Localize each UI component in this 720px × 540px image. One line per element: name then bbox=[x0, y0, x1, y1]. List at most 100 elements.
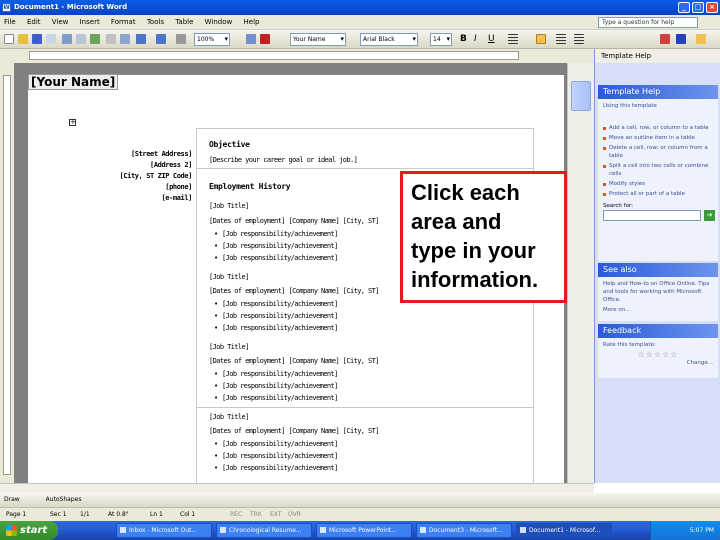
job-item[interactable]: [Job responsibility/achievement] bbox=[222, 440, 338, 448]
task-resume[interactable]: Chronological Resume... bbox=[216, 523, 312, 538]
job-details[interactable]: [Dates of employment] [Company Name] [Ci… bbox=[209, 287, 379, 295]
status-trk[interactable]: TRK bbox=[250, 508, 262, 521]
job-item[interactable]: [Job responsibility/achievement] bbox=[222, 382, 338, 390]
styles-icon[interactable] bbox=[260, 34, 270, 44]
start-button[interactable]: start bbox=[0, 521, 58, 540]
save-icon[interactable] bbox=[32, 34, 42, 44]
street-address[interactable]: [Street Address] bbox=[131, 150, 192, 158]
style-select[interactable]: Your Name bbox=[290, 33, 346, 46]
zoom-select[interactable]: 100% bbox=[194, 33, 230, 46]
status-ext[interactable]: EXT bbox=[270, 508, 281, 521]
menu-window[interactable]: Window bbox=[205, 18, 233, 26]
italic-icon[interactable]: I bbox=[474, 34, 484, 44]
minimize-button[interactable]: _ bbox=[678, 2, 690, 13]
job-item[interactable]: [Job responsibility/achievement] bbox=[222, 394, 338, 402]
city-state-zip[interactable]: [City, ST ZIP Code] bbox=[120, 172, 193, 180]
task-document1[interactable]: Document1 - Microsof... bbox=[516, 523, 612, 538]
task-inbox[interactable]: Inbox - Microsoft Out... bbox=[116, 523, 212, 538]
menu-tools[interactable]: Tools bbox=[147, 18, 164, 26]
address-2[interactable]: [Address 2] bbox=[150, 161, 192, 169]
change-link[interactable]: Change... bbox=[603, 359, 713, 367]
close-button[interactable]: × bbox=[706, 2, 718, 13]
see-also-link[interactable]: More on... bbox=[603, 306, 713, 314]
show-hide-icon[interactable] bbox=[176, 34, 186, 44]
redo-icon[interactable] bbox=[156, 34, 166, 44]
feedback-header[interactable]: Feedback bbox=[598, 324, 718, 338]
job-title[interactable]: [Job Title] bbox=[209, 413, 249, 421]
horizontal-ruler[interactable] bbox=[0, 49, 594, 63]
align-left-icon[interactable] bbox=[508, 34, 518, 44]
help-search-field[interactable] bbox=[603, 210, 701, 221]
draw-menu[interactable]: Draw bbox=[4, 496, 20, 503]
menu-format[interactable]: Format bbox=[111, 18, 136, 26]
horizontal-scrollbar[interactable] bbox=[0, 483, 594, 493]
font-select[interactable]: Arial Black bbox=[360, 33, 418, 46]
help-link[interactable]: Modify styles bbox=[603, 180, 713, 188]
go-arrow-icon[interactable]: ➔ bbox=[704, 210, 715, 221]
task-document3[interactable]: Document3 - Microsoft... bbox=[416, 523, 512, 538]
menu-table[interactable]: Table bbox=[175, 18, 193, 26]
job-item[interactable]: [Job responsibility/achievement] bbox=[222, 300, 338, 308]
job-item[interactable]: [Job responsibility/achievement] bbox=[222, 254, 338, 262]
job-item[interactable]: [Job responsibility/achievement] bbox=[222, 464, 338, 472]
see-also-header[interactable]: See also bbox=[598, 263, 718, 277]
table-move-handle[interactable]: + bbox=[69, 119, 76, 126]
rating-stars[interactable]: ☆☆☆☆☆ bbox=[603, 351, 713, 359]
bold-icon[interactable]: B bbox=[460, 34, 470, 44]
template-help-header[interactable]: Template Help bbox=[598, 85, 718, 99]
phone[interactable]: [phone] bbox=[165, 183, 192, 191]
see-also-text[interactable]: Help and How-to on Office Online. Tips a… bbox=[603, 280, 713, 304]
task-powerpoint[interactable]: Microsoft PowerPoint... bbox=[316, 523, 412, 538]
print-preview-icon[interactable] bbox=[76, 34, 86, 44]
email[interactable]: [e-mail] bbox=[161, 194, 192, 202]
autoshapes-menu[interactable]: AutoShapes bbox=[46, 496, 82, 503]
toolbar-options-icon[interactable] bbox=[696, 34, 706, 44]
vertical-scrollbar[interactable] bbox=[567, 63, 594, 483]
read-icon[interactable] bbox=[246, 34, 256, 44]
job-item[interactable]: [Job responsibility/achievement] bbox=[222, 242, 338, 250]
justify-icon[interactable] bbox=[574, 34, 584, 44]
job-item[interactable]: [Job responsibility/achievement] bbox=[222, 324, 338, 332]
menu-view[interactable]: View bbox=[52, 18, 69, 26]
help-link[interactable]: Add a cell, row, or column to a table bbox=[603, 124, 713, 132]
objective-text[interactable]: [Describe your career goal or ideal job.… bbox=[209, 156, 358, 164]
vertical-ruler[interactable] bbox=[0, 63, 14, 483]
scroll-thumb[interactable] bbox=[571, 81, 591, 111]
job-item[interactable]: [Job responsibility/achievement] bbox=[222, 230, 338, 238]
job-title[interactable]: [Job Title] bbox=[209, 273, 249, 281]
resume-name[interactable]: [Your Name] bbox=[28, 74, 119, 90]
job-title[interactable]: [Job Title] bbox=[209, 202, 249, 210]
cut-icon[interactable] bbox=[106, 34, 116, 44]
help-search-input[interactable]: Type a question for help bbox=[598, 17, 698, 28]
job-details[interactable]: [Dates of employment] [Company Name] [Ci… bbox=[209, 427, 379, 435]
job-title[interactable]: [Job Title] bbox=[209, 343, 249, 351]
highlight-icon[interactable] bbox=[660, 34, 670, 44]
size-select[interactable]: 14 bbox=[430, 33, 452, 46]
menu-help[interactable]: Help bbox=[244, 18, 260, 26]
help-link[interactable]: Protect all or part of a table bbox=[603, 190, 713, 198]
job-details[interactable]: [Dates of employment] [Company Name] [Ci… bbox=[209, 217, 379, 225]
job-item[interactable]: [Job responsibility/achievement] bbox=[222, 370, 338, 378]
job-item[interactable]: [Job responsibility/achievement] bbox=[222, 312, 338, 320]
undo-icon[interactable] bbox=[136, 34, 146, 44]
new-icon[interactable] bbox=[4, 34, 14, 44]
menu-file[interactable]: File bbox=[4, 18, 16, 26]
align-center-icon[interactable] bbox=[536, 34, 546, 44]
status-rec[interactable]: REC bbox=[230, 508, 242, 521]
help-link[interactable]: Move an outline item in a table bbox=[603, 134, 713, 142]
using-template-link[interactable]: Using this template bbox=[603, 102, 713, 110]
align-right-icon[interactable] bbox=[556, 34, 566, 44]
font-color-icon[interactable] bbox=[676, 34, 686, 44]
help-link[interactable]: Delete a cell, row, or column from a tab… bbox=[603, 144, 713, 160]
job-details[interactable]: [Dates of employment] [Company Name] [Ci… bbox=[209, 357, 379, 365]
spelling-icon[interactable] bbox=[90, 34, 100, 44]
permission-icon[interactable] bbox=[46, 34, 56, 44]
job-item[interactable]: [Job responsibility/achievement] bbox=[222, 452, 338, 460]
menu-edit[interactable]: Edit bbox=[27, 18, 41, 26]
task-pane-title[interactable]: Template Help bbox=[595, 49, 720, 63]
maximize-button[interactable]: □ bbox=[692, 2, 704, 13]
status-ovr[interactable]: OVR bbox=[288, 508, 301, 521]
menu-insert[interactable]: Insert bbox=[80, 18, 100, 26]
paste-icon[interactable] bbox=[120, 34, 130, 44]
open-icon[interactable] bbox=[18, 34, 28, 44]
